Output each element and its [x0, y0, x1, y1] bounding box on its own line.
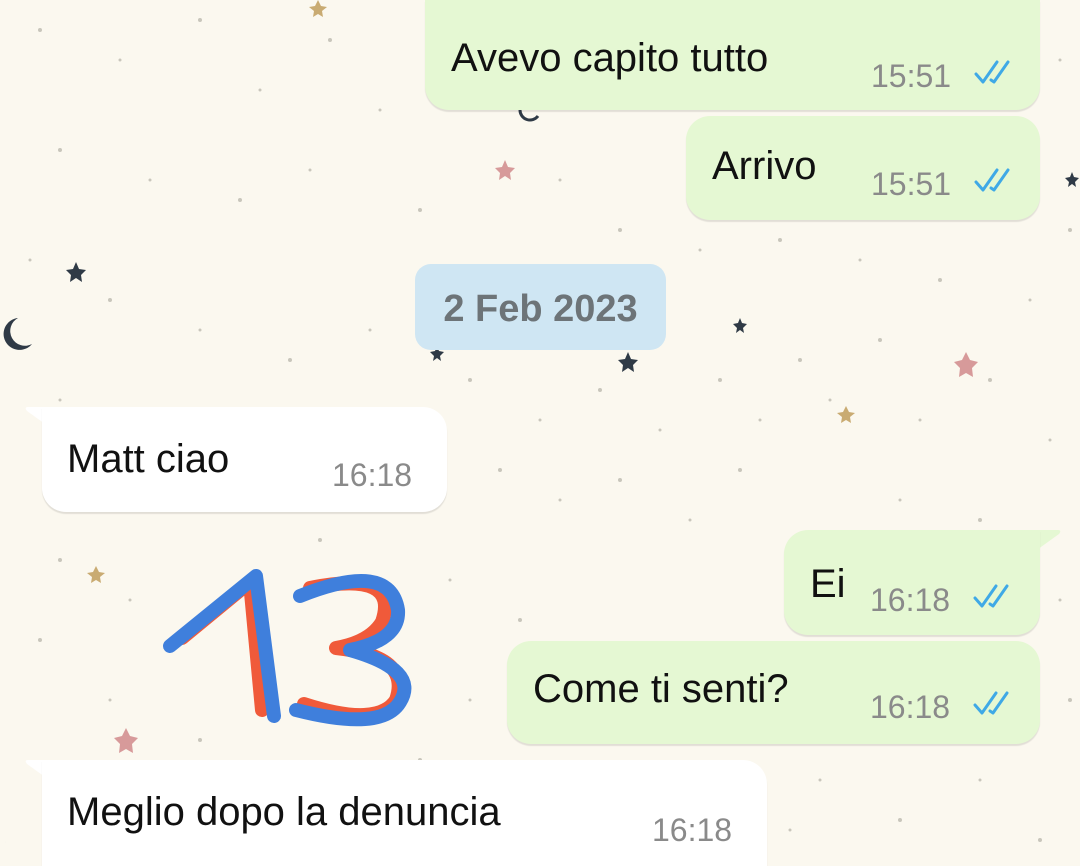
incoming-message-bubble[interactable]: Meglio dopo la denuncia 16:18 [42, 760, 767, 866]
date-separator-label: 2 Feb 2023 [443, 288, 638, 330]
message-time: 15:51 [871, 166, 952, 202]
message-time: 16:18 [652, 812, 733, 848]
incoming-message-bubble[interactable]: Matt ciao 16:18 [42, 407, 447, 512]
outgoing-message-bubble[interactable]: Come ti senti? 16:18 [507, 641, 1040, 744]
message-text: Come ti senti? [533, 667, 789, 711]
date-separator: 2 Feb 2023 [415, 264, 666, 350]
double-check-icon [974, 60, 1010, 84]
double-check-icon [973, 691, 1009, 715]
message-time: 16:18 [870, 582, 951, 618]
outgoing-message-bubble[interactable]: Avevo capito tutto 15:51 [425, 0, 1040, 110]
outgoing-message-bubble[interactable]: Arrivo 15:51 [686, 116, 1040, 220]
double-check-icon [974, 168, 1010, 192]
message-time: 16:18 [870, 689, 951, 725]
message-text: Ei [810, 562, 846, 606]
outgoing-message-bubble[interactable]: Ei 16:18 [784, 530, 1040, 635]
message-time: 15:51 [871, 58, 952, 94]
double-check-icon [973, 584, 1009, 608]
message-text: Matt ciao [67, 437, 230, 481]
hand-drawn-scribble [163, 569, 412, 727]
message-text: Avevo capito tutto [451, 36, 769, 80]
message-text: Meglio dopo la denuncia [67, 790, 501, 834]
message-time: 16:18 [332, 457, 413, 493]
message-text: Arrivo [712, 144, 817, 188]
